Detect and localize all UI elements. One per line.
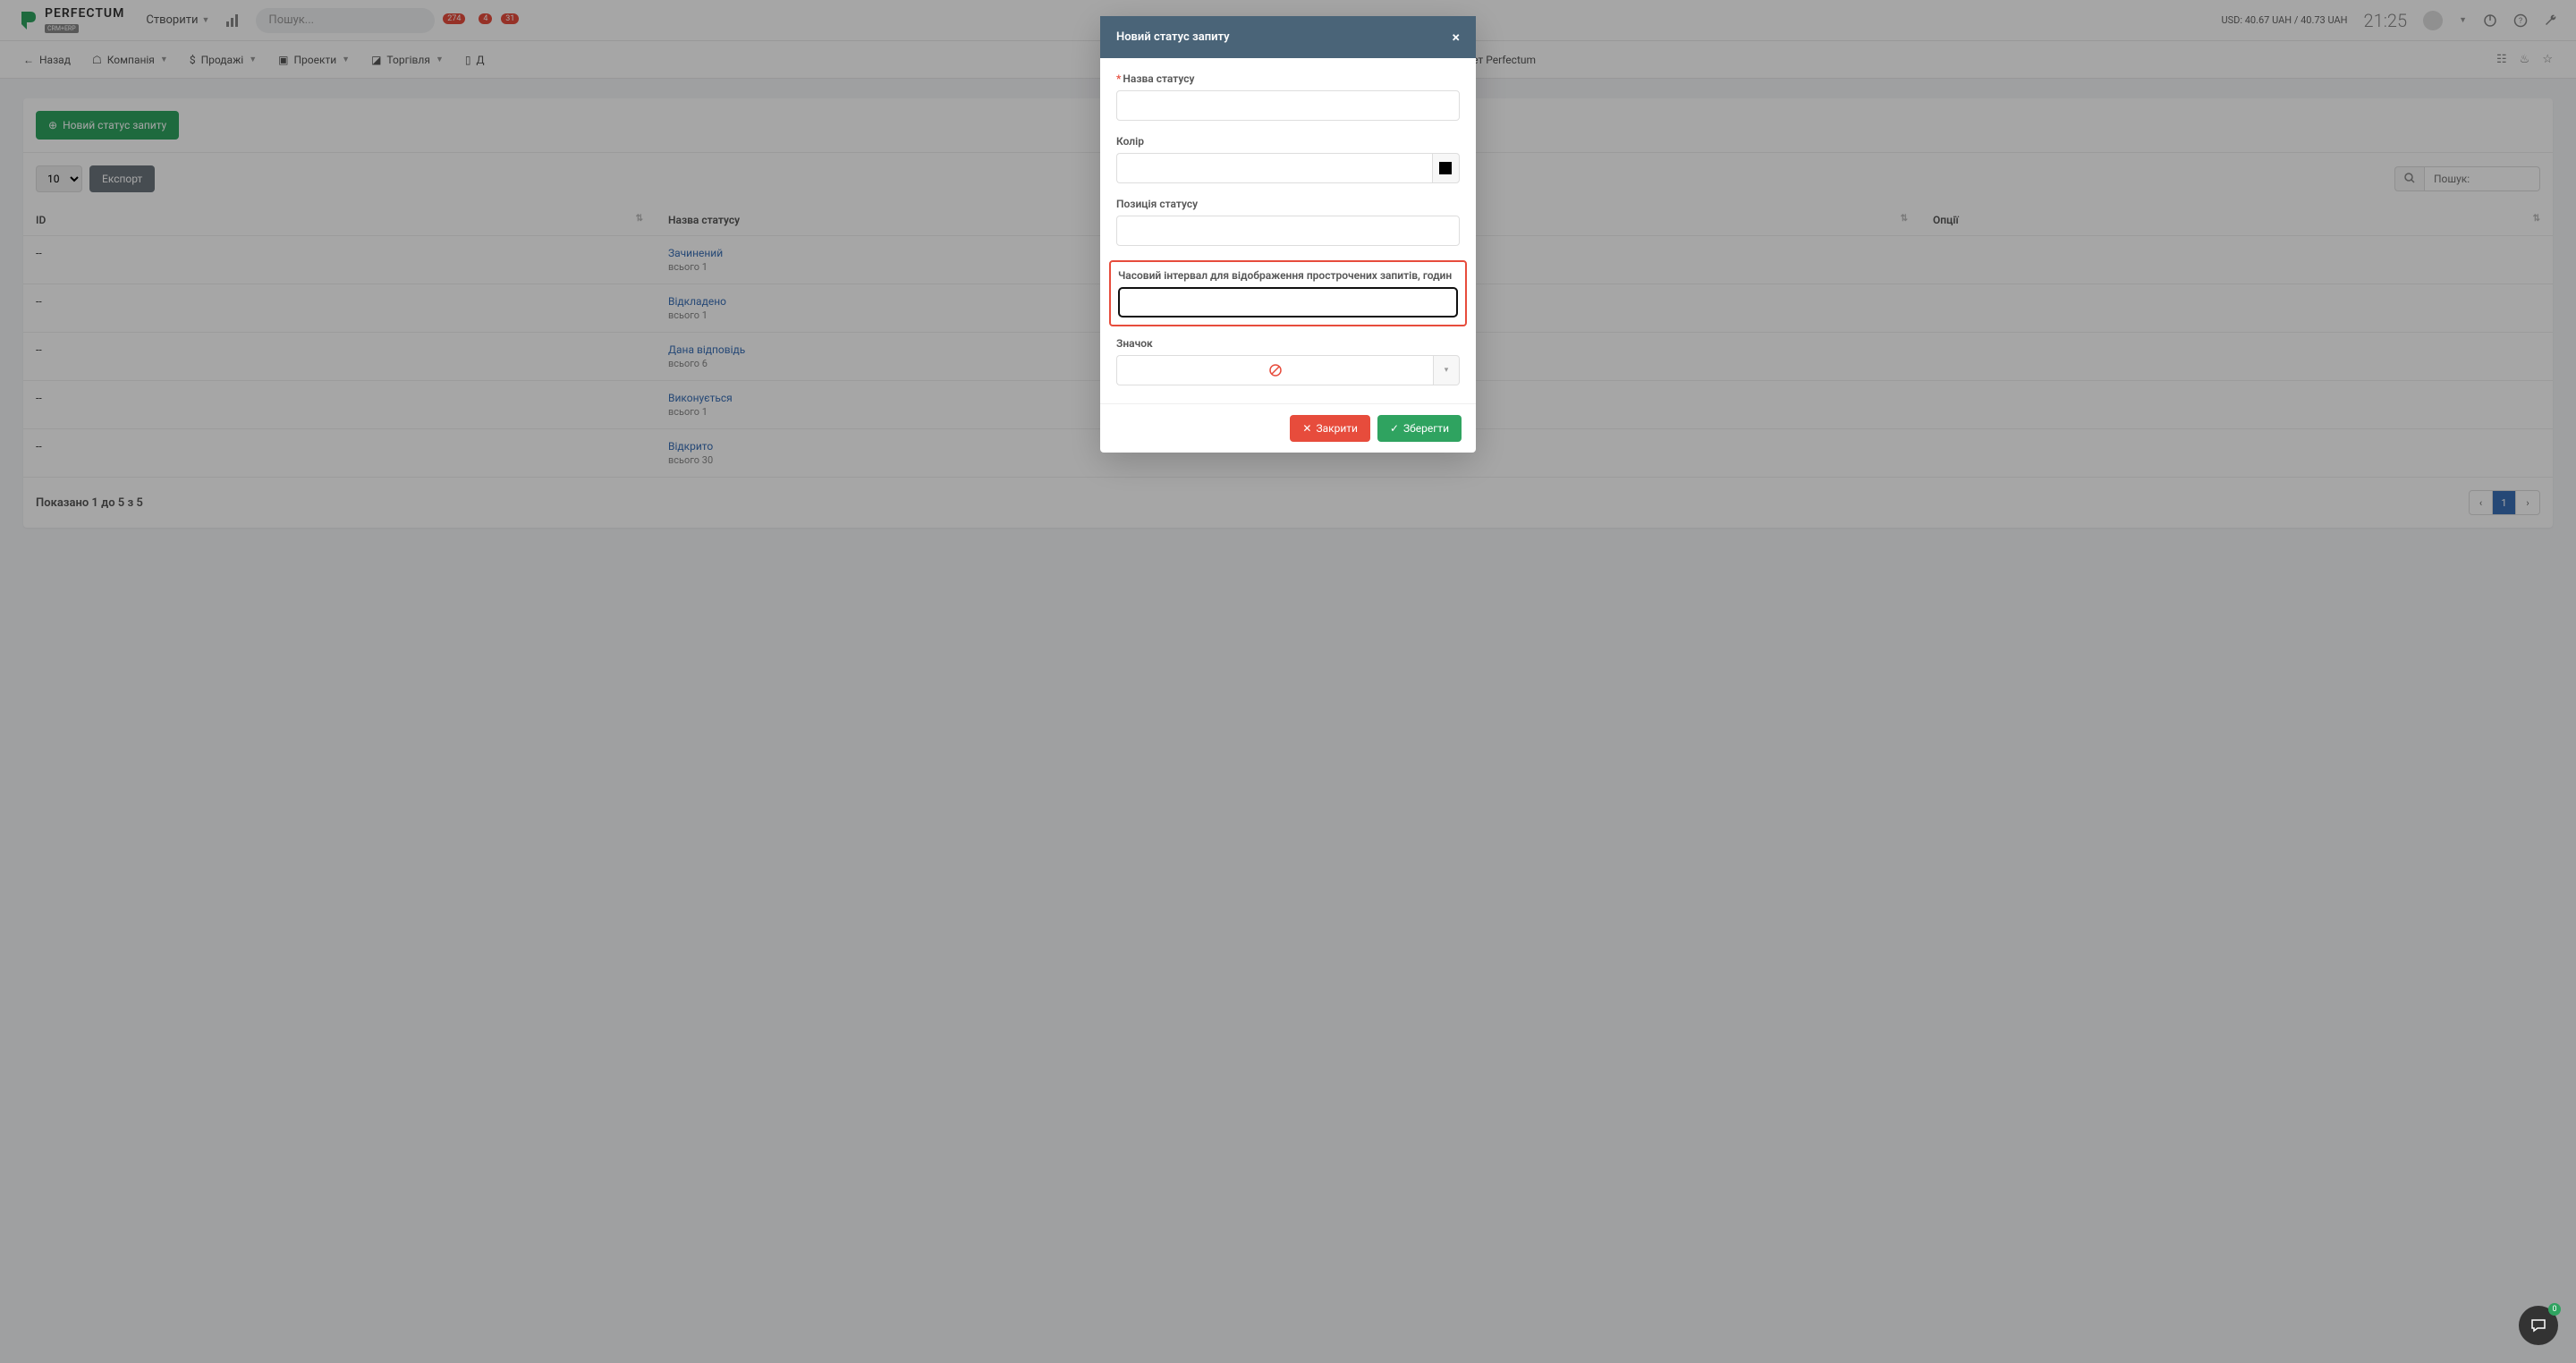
- icon-dropdown[interactable]: ▾: [1433, 355, 1460, 385]
- color-swatch[interactable]: [1432, 153, 1460, 183]
- caret-down-icon: ▾: [1445, 366, 1449, 375]
- color-label: Колір: [1116, 135, 1460, 148]
- icon-preview: [1116, 355, 1433, 385]
- interval-input[interactable]: [1118, 287, 1458, 317]
- chat-button[interactable]: 0: [2519, 1306, 2558, 1345]
- status-name-label: *Назва статусу: [1116, 72, 1460, 85]
- check-icon: ✓: [1390, 422, 1399, 435]
- chat-badge: 0: [2548, 1303, 2561, 1316]
- modal-header: Новий статус запиту ×: [1100, 16, 1476, 58]
- close-icon[interactable]: ×: [1453, 29, 1461, 46]
- position-input[interactable]: [1116, 216, 1460, 246]
- color-input[interactable]: [1116, 153, 1432, 183]
- icon-label: Значок: [1116, 337, 1460, 350]
- new-status-modal: Новий статус запиту × *Назва статусу Кол…: [1100, 16, 1476, 453]
- position-label: Позиція статусу: [1116, 198, 1460, 210]
- interval-group-highlighted: Часовий інтервал для відображення простр…: [1109, 260, 1467, 326]
- x-icon: ✕: [1302, 422, 1311, 435]
- save-label: Зберегти: [1403, 422, 1449, 435]
- close-button[interactable]: ✕ Закрити: [1290, 415, 1370, 442]
- close-label: Закрити: [1316, 422, 1358, 435]
- status-name-input[interactable]: [1116, 90, 1460, 121]
- modal-overlay[interactable]: Новий статус запиту × *Назва статусу Кол…: [0, 0, 2576, 1363]
- no-entry-icon: [1269, 364, 1282, 377]
- save-button[interactable]: ✓ Зберегти: [1377, 415, 1462, 442]
- interval-label: Часовий інтервал для відображення простр…: [1118, 269, 1458, 282]
- chat-icon: [2529, 1316, 2547, 1334]
- modal-title: Новий статус запиту: [1116, 30, 1230, 44]
